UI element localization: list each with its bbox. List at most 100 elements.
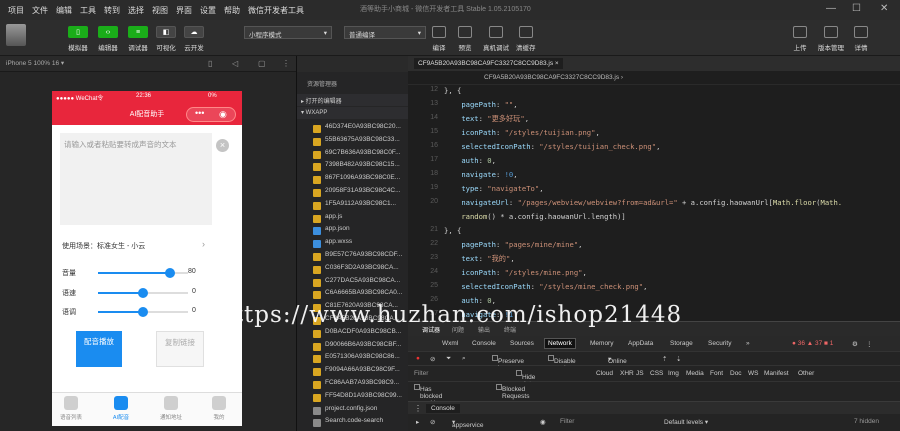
volume-knob[interactable] — [165, 268, 175, 278]
type-img[interactable]: Img — [668, 370, 679, 377]
code-line[interactable]: pagePath: "", — [444, 100, 517, 109]
more-icon[interactable]: ••• — [195, 108, 204, 118]
type-css[interactable]: CSS — [650, 370, 663, 377]
settings-icon[interactable]: ⋮ — [282, 59, 290, 68]
tab-security[interactable]: Security — [708, 340, 731, 347]
code-line[interactable]: text: "更多好玩", — [444, 114, 529, 124]
levels-select[interactable]: Default levels ▾ — [664, 418, 708, 426]
debugger-toggle-button[interactable]: ≡ 调试器 — [128, 26, 148, 52]
file-item[interactable]: 867F1096A93BC98C0E... — [297, 174, 409, 186]
type-other[interactable]: Other — [798, 370, 814, 377]
tab-console[interactable]: Console — [472, 340, 496, 347]
version-button[interactable]: 版本管理 — [818, 26, 844, 52]
code-line[interactable]: selectedIconPath: "/styles/mine_check.pn… — [444, 282, 647, 291]
type-font[interactable]: Font — [710, 370, 723, 377]
open-editors-section[interactable]: ▸ 打开的编辑器 — [297, 94, 409, 106]
pitch-knob[interactable] — [138, 307, 148, 317]
type-js[interactable]: JS — [636, 370, 644, 377]
menu-icon[interactable]: ⋮ — [414, 404, 422, 413]
file-item[interactable]: FC86AAB7A93BC98C9... — [297, 379, 409, 391]
blocked-cookies-checkbox[interactable]: Has blocked cookies — [414, 384, 442, 407]
menu-tools[interactable]: 工具 — [80, 5, 96, 16]
file-item[interactable]: C6A6665BA93BC98CA0... — [297, 289, 409, 301]
menu-file[interactable]: 文件 — [32, 5, 48, 16]
code-line[interactable]: iconPath: "/styles/tuijian.png", — [444, 128, 599, 137]
tab-ai-voice[interactable]: AI配音 — [102, 396, 140, 421]
upload-button[interactable]: 上传 — [793, 26, 807, 52]
download-icon[interactable]: ⇣ — [676, 355, 681, 363]
file-item[interactable]: app.json — [297, 225, 409, 237]
filter-input[interactable]: Filter — [414, 370, 428, 377]
context-select[interactable]: appservice ▾ — [452, 418, 483, 429]
file-item[interactable]: 46D374E0A93BC98C20... — [297, 123, 409, 135]
hide-data-urls-checkbox[interactable]: Hide data URLs — [516, 370, 538, 395]
maximize-icon[interactable]: ☐ — [852, 3, 861, 14]
clear-icon[interactable]: × — [216, 139, 229, 152]
details-button[interactable]: 详情 — [854, 26, 868, 52]
record-icon[interactable]: ● — [416, 355, 420, 362]
speed-slider[interactable] — [98, 288, 188, 298]
file-item[interactable]: 1F5A9112A93BC98C1... — [297, 200, 409, 212]
minimize-icon[interactable]: — — [826, 3, 836, 14]
text-input[interactable]: 请输入或者粘贴要转成声音的文本 — [60, 133, 212, 225]
tab-sources[interactable]: Sources — [510, 340, 534, 347]
blocked-requests-checkbox[interactable]: Blocked Requests — [496, 384, 529, 400]
menu-project[interactable]: 项目 — [8, 5, 24, 16]
volume-icon[interactable]: ◁ — [232, 59, 238, 68]
file-item[interactable]: 7398B482A93BC98C15... — [297, 161, 409, 173]
issue-counts[interactable]: ● 36 ▲ 37 ■ 1 — [792, 340, 833, 347]
avatar[interactable] — [6, 24, 26, 46]
menu-goto[interactable]: 转到 — [104, 5, 120, 16]
editor-tab[interactable]: CF9A5B20A93BC98CA9FC3327C8CC9D83.js × — [414, 58, 563, 69]
code-line[interactable]: text: "我的", — [444, 254, 514, 264]
simulator-toggle-button[interactable]: ▯ 模拟器 — [68, 26, 88, 52]
throttle-select[interactable]: Online ▾ — [608, 355, 627, 365]
type-cloud[interactable]: Cloud — [596, 370, 613, 377]
console-filter-input[interactable]: Filter — [560, 418, 574, 425]
file-item[interactable]: 69C7B636A93BC98C0F... — [297, 149, 409, 161]
volume-slider[interactable] — [98, 268, 188, 278]
code-line[interactable]: auth: 0, — [444, 156, 496, 165]
console-drawer-tab[interactable]: Console — [426, 404, 460, 413]
file-item[interactable]: D0BACDF0A93BC98CB... — [297, 328, 409, 340]
page-icon[interactable]: ▢ — [258, 59, 266, 68]
pitch-slider[interactable] — [98, 307, 188, 317]
code-line[interactable]: random() * a.config.haowanUrl.length)] — [444, 212, 625, 221]
tab-notify[interactable]: 通知地址 — [152, 396, 190, 421]
compose-play-button[interactable]: 配音播放 — [76, 331, 122, 367]
more-tabs-icon[interactable]: » — [746, 340, 750, 347]
copy-link-button[interactable]: 复制链接 — [156, 331, 204, 367]
disable-cache-checkbox[interactable]: Disable cache — [548, 355, 576, 372]
type-ws[interactable]: WS — [748, 370, 758, 377]
type-xhr[interactable]: XHR — [620, 370, 634, 377]
code-line[interactable]: }, { — [444, 226, 461, 235]
phone-icon[interactable]: ▯ — [208, 59, 212, 68]
preserve-log-checkbox[interactable]: Preserve log — [492, 355, 524, 372]
clear-cache-button[interactable]: 清缓存 — [516, 26, 536, 52]
code-line[interactable]: navigate: !0, — [444, 170, 517, 179]
menu-interface[interactable]: 界面 — [176, 5, 192, 16]
menu-devtools[interactable]: 微信开发者工具 — [248, 5, 304, 16]
menu-view[interactable]: 视图 — [152, 5, 168, 16]
editor-toggle-button[interactable]: ‹› 编辑器 — [98, 26, 118, 52]
file-item[interactable]: app.wxss — [297, 238, 409, 250]
mode-select[interactable]: 小程序模式 ▾ — [244, 26, 332, 39]
remote-debug-button[interactable]: 真机调试 — [483, 26, 509, 52]
file-item[interactable]: project.config.json — [297, 405, 409, 417]
code-line[interactable]: navigateUrl: "/pages/webview/webview?fro… — [444, 198, 842, 207]
file-item[interactable]: 55B63675A93BC98C33... — [297, 136, 409, 148]
more-icon[interactable]: ⋮ — [866, 340, 873, 348]
target-icon[interactable]: ◉ — [219, 109, 227, 120]
tab-voice-list[interactable]: 语音列表 — [52, 396, 90, 421]
file-item[interactable]: F9094A66A93BC98C9F... — [297, 366, 409, 378]
tab-appdata[interactable]: AppData — [628, 340, 653, 347]
menu-settings[interactable]: 设置 — [200, 5, 216, 16]
tab-storage[interactable]: Storage — [670, 340, 693, 347]
visual-toggle-button[interactable]: ◧ 可视化 — [156, 26, 176, 52]
tab-network[interactable]: Network — [544, 338, 576, 349]
tab-mine[interactable]: 我的 — [200, 396, 238, 421]
code-line[interactable]: type: "navigateTo", — [444, 184, 543, 193]
upload-icon[interactable]: ⇡ — [662, 355, 667, 363]
speed-knob[interactable] — [138, 288, 148, 298]
file-item[interactable]: app.js — [297, 213, 409, 225]
